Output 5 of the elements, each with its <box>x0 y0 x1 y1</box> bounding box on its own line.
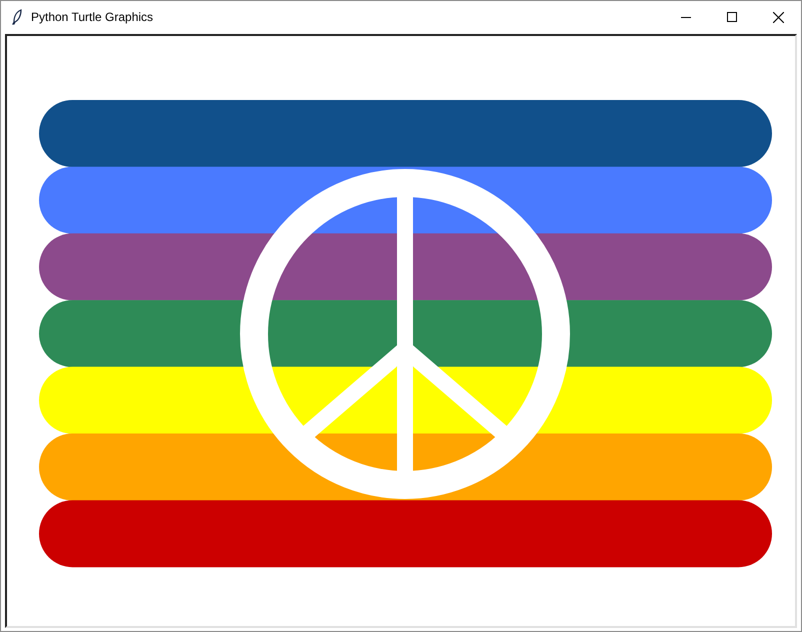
window-title: Python Turtle Graphics <box>31 9 154 26</box>
feather-icon <box>12 9 22 25</box>
minimize-icon <box>681 16 691 18</box>
close-icon <box>772 12 784 22</box>
maximize-icon <box>727 12 737 22</box>
